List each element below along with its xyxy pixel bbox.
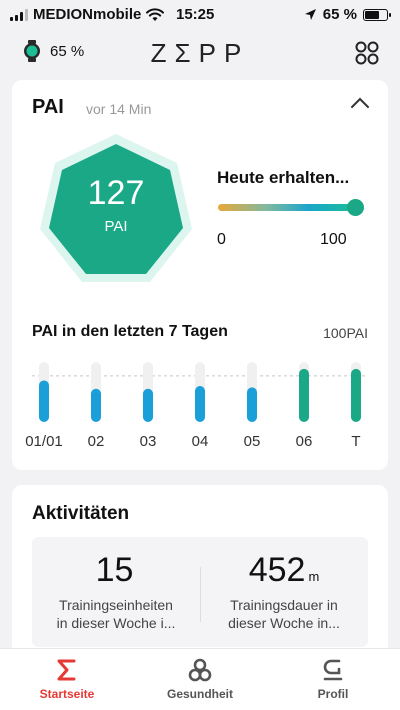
bar-05[interactable] <box>247 387 257 422</box>
today-max-label: 100 <box>320 231 347 248</box>
bottom-navigation: Startseite Gesundheit Profil <box>0 648 400 710</box>
nav-label-gesundheit: Gesundheit <box>166 687 233 701</box>
nav-label-profil: Profil <box>317 687 349 701</box>
activities-summary-panel[interactable]: 15 Trainingseinheiten in dieser Woche i.… <box>32 537 368 647</box>
battery-icon <box>363 8 391 21</box>
status-time: 15:25 <box>176 6 215 23</box>
pai-title: PAI <box>32 96 64 118</box>
pai-score-badge[interactable]: 127 PAI <box>36 132 196 292</box>
profile-icon <box>323 659 343 681</box>
activity-duration-desc-2: dieser Woche in... <box>228 615 340 631</box>
activity-duration-value: 452 <box>248 551 306 589</box>
apps-grid-icon[interactable] <box>354 40 380 66</box>
day-label-06: 06 <box>296 433 313 450</box>
nav-label-startseite: Startseite <box>39 687 95 701</box>
week-chart-title: PAI in den letzten 7 Tagen <box>32 323 228 340</box>
bar-02[interactable] <box>91 388 101 422</box>
app-header: 65 % ZΣPP <box>0 32 400 72</box>
nav-item-startseite[interactable]: Startseite <box>12 657 122 701</box>
health-icon <box>188 658 212 682</box>
location-arrow-icon <box>304 9 316 20</box>
today-min-label: 0 <box>217 231 226 248</box>
day-label-04: 04 <box>192 433 209 450</box>
week-pai-chart[interactable]: 01/01 02 03 04 05 06 T <box>12 350 388 450</box>
pai-value: 127 <box>87 174 145 212</box>
status-bar: MEDIONmobile 15:25 65 % <box>0 0 400 30</box>
today-progress-bar <box>218 204 358 211</box>
chevron-up-icon[interactable] <box>350 96 370 110</box>
brand-logo: ZΣPP <box>150 38 250 68</box>
activity-sessions-desc-2: in dieser Woche i... <box>56 615 176 631</box>
activity-stat-sessions[interactable]: 15 Trainingseinheiten in dieser Woche i.… <box>32 537 200 632</box>
week-chart-reference-label: 100PAI <box>323 325 368 341</box>
day-label-01/01: 01/01 <box>25 433 63 450</box>
activity-sessions-desc-1: Trainingseinheiten <box>59 597 173 613</box>
day-label-02: 02 <box>88 433 105 450</box>
activity-duration-unit: m <box>308 569 320 584</box>
bar-04[interactable] <box>195 386 205 422</box>
activity-duration-desc-1: Trainingsdauer in <box>230 597 338 613</box>
pai-unit: PAI <box>104 218 128 235</box>
bar-06[interactable] <box>299 368 309 422</box>
status-left: MEDIONmobile <box>10 6 165 23</box>
day-label-05: 05 <box>244 433 261 450</box>
battery-percent: 65 % <box>322 6 357 23</box>
activities-title: Aktivitäten <box>32 503 130 524</box>
nav-item-gesundheit[interactable]: Gesundheit <box>145 657 255 701</box>
day-label-03: 03 <box>140 433 157 450</box>
bar-T[interactable] <box>351 368 361 422</box>
carrier-name: MEDIONmobile <box>33 6 142 23</box>
pai-card[interactable]: PAI vor 14 Min 127 PAI Heute erhalten...… <box>12 80 388 470</box>
status-right: 65 % <box>304 6 391 23</box>
bar-03[interactable] <box>143 388 153 422</box>
signal-icon <box>10 8 28 21</box>
day-label-T: T <box>351 433 360 450</box>
pai-updated-time: vor 14 Min <box>86 101 152 117</box>
activities-card[interactable]: Aktivitäten 15 Trainingseinheiten in die… <box>12 485 388 675</box>
nav-item-profil[interactable]: Profil <box>278 657 388 701</box>
sigma-icon <box>57 659 76 681</box>
wifi-icon <box>146 7 165 21</box>
today-progress-knob <box>347 199 364 216</box>
activity-stat-duration[interactable]: 452 m Trainingsdauer in dieser Woche in..… <box>200 537 368 632</box>
bar-01/01[interactable] <box>39 380 49 422</box>
activity-sessions-value: 15 <box>95 551 134 589</box>
today-earned-label: Heute erhalten... <box>217 168 350 187</box>
